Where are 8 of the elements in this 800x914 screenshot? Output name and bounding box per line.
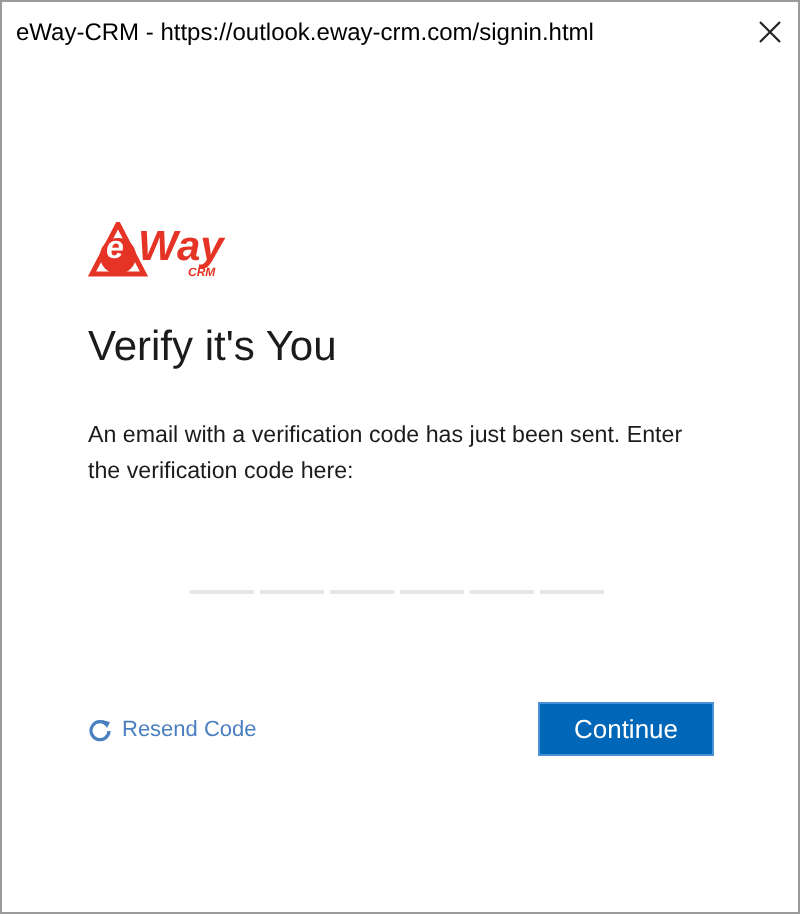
resend-text: Resend Code <box>122 715 257 745</box>
message-text: An email with a verification code has just been sent. Enter the verification code here: <box>88 420 685 489</box>
heading: Verify it's You <box>88 322 339 374</box>
close-icon[interactable] <box>758 20 782 44</box>
resend-link[interactable]: Resend Code <box>88 713 257 746</box>
continue-button[interactable]: Continue <box>538 702 714 757</box>
refresh-icon <box>88 717 112 742</box>
window-title: eWay-CRM - https://outlook.eway-crm.com/signin.html <box>16 16 594 50</box>
